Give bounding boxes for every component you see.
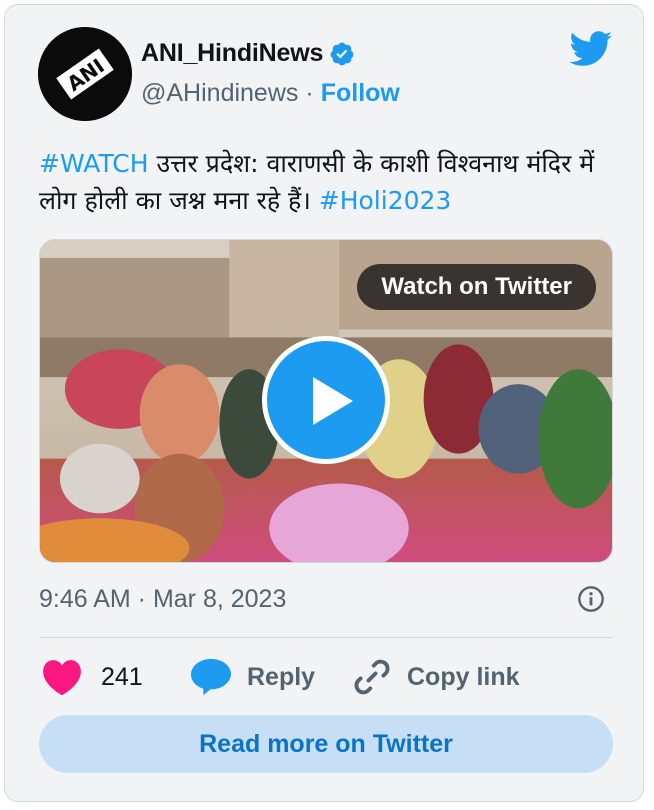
info-icon[interactable] — [577, 585, 605, 613]
separator-dot: · — [305, 79, 314, 107]
play-icon — [313, 377, 353, 425]
like-count: 241 — [101, 662, 143, 691]
heart-icon — [43, 660, 81, 696]
tweet-timestamp[interactable]: 9:46 AM · Mar 8, 2023 — [39, 585, 286, 614]
play-button[interactable] — [262, 336, 390, 464]
copy-link-button[interactable]: Copy link — [351, 655, 520, 699]
tweet-card: ANI ANI_HindiNews @AHindinews · Follow #… — [4, 4, 644, 802]
video-thumbnail[interactable]: Watch on Twitter — [39, 239, 613, 563]
hashtag-holi2023[interactable]: #Holi2023 — [319, 186, 452, 215]
watch-on-twitter-button[interactable]: Watch on Twitter — [357, 264, 596, 310]
tweet-text: #WATCH उत्तर प्रदेश: वाराणसी के काशी विश… — [39, 145, 619, 219]
author-handle[interactable]: @AHindinews — [141, 79, 298, 108]
avatar[interactable]: ANI — [38, 27, 132, 121]
author-name[interactable]: ANI_HindiNews — [141, 39, 323, 68]
reply-button[interactable]: Reply — [189, 655, 315, 699]
author-name-row: ANI_HindiNews — [141, 39, 355, 68]
author-handle-row: @AHindinews · Follow — [141, 79, 400, 108]
like-button[interactable]: 241 — [41, 655, 143, 699]
ani-logo-icon: ANI — [38, 27, 132, 121]
copy-link-label: Copy link — [407, 662, 520, 691]
divider — [39, 637, 613, 638]
verified-badge-icon — [330, 42, 354, 65]
link-icon — [354, 659, 390, 695]
follow-button[interactable]: Follow — [321, 79, 400, 108]
reply-bubble-icon — [191, 658, 231, 696]
actions-bar: 241 Reply Copy link — [39, 655, 613, 699]
hashtag-watch[interactable]: #WATCH — [39, 149, 149, 178]
twitter-bird-icon[interactable] — [569, 31, 613, 67]
read-more-button[interactable]: Read more on Twitter — [39, 715, 613, 773]
reply-label: Reply — [247, 662, 316, 691]
